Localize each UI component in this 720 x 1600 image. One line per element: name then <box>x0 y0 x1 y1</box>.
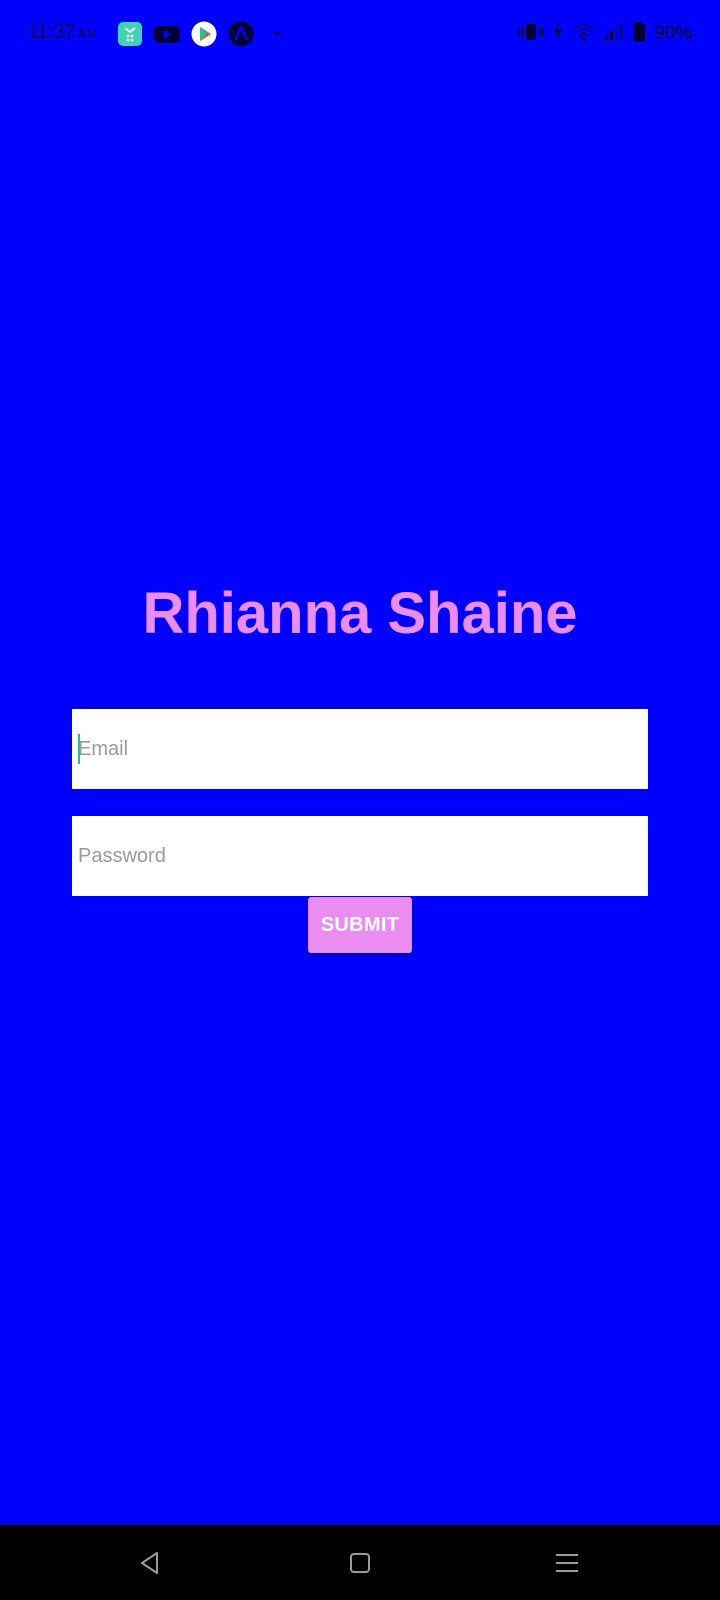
signal-icon <box>604 21 624 48</box>
password-field[interactable] <box>72 816 648 896</box>
email-input[interactable] <box>72 709 648 789</box>
text-cursor <box>78 734 80 764</box>
home-icon[interactable] <box>340 1545 380 1581</box>
submit-button[interactable]: SUBMIT <box>308 897 412 953</box>
page-title: Rhianna Shaine <box>142 581 578 646</box>
status-bar: 11:37 AM 90% <box>0 0 720 70</box>
back-icon[interactable] <box>130 1545 170 1581</box>
status-ampm: AM <box>77 26 98 41</box>
password-input[interactable] <box>72 816 648 896</box>
status-time: 11:37 AM <box>28 22 97 44</box>
battery-percent: 90% <box>653 23 692 44</box>
status-clock: 11:37 <box>28 22 76 43</box>
charging-icon <box>552 21 564 48</box>
arc-app-icon <box>228 21 254 47</box>
email-field[interactable] <box>72 709 648 789</box>
store-app-icon <box>117 21 143 47</box>
wifi-icon <box>572 21 596 48</box>
vibrate-icon <box>517 21 544 48</box>
status-system-icons: 90% <box>517 20 692 48</box>
youtube-icon <box>154 21 180 47</box>
play-games-icon <box>191 21 217 47</box>
recents-icon[interactable] <box>547 1545 587 1581</box>
navigation-bar <box>0 1525 720 1600</box>
login-screen: 11:37 AM 90% Rhianna Shaine Email SUBMIT <box>0 0 720 1525</box>
more-dot-icon <box>270 21 284 47</box>
battery-icon <box>632 21 646 48</box>
